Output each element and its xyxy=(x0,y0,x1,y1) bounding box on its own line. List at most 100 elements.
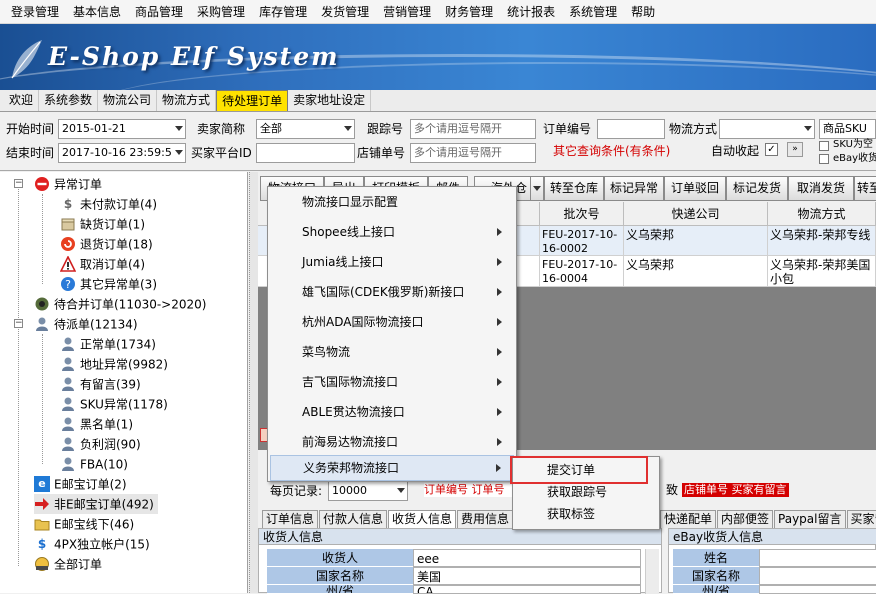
tab-pending-orders[interactable]: 待处理订单 xyxy=(216,90,288,111)
tree-item-4px[interactable]: $4PX独立帐户(15) xyxy=(34,534,150,554)
other-conditions-link[interactable]: 其它查询条件(有条件) xyxy=(553,142,670,160)
menu-item-jumia[interactable]: Jumia线上接口 xyxy=(270,247,514,277)
menu-help[interactable]: 帮助 xyxy=(624,0,662,24)
grid-header-batch[interactable]: 批次号 xyxy=(540,202,624,226)
platform-id-input[interactable] xyxy=(256,143,355,163)
grid-header-courier[interactable]: 快递公司 xyxy=(624,202,768,226)
tree-item-sku-abnormal[interactable]: SKU异常(1178) xyxy=(60,394,168,414)
menu-basic-info[interactable]: 基本信息 xyxy=(66,0,128,24)
tree-label: 未付款订单(4) xyxy=(80,198,157,212)
menu-item-able[interactable]: ABLE贯达物流接口 xyxy=(270,397,514,427)
tree-item-out-of-stock[interactable]: 缺货订单(1) xyxy=(60,214,145,234)
start-time-picker[interactable]: 2015-01-21 xyxy=(58,119,186,139)
menu-inventory[interactable]: 库存管理 xyxy=(252,0,314,24)
ebay-name-field[interactable] xyxy=(759,549,876,567)
collapse-icon[interactable]: − xyxy=(14,179,23,188)
tab-payer-info[interactable]: 付款人信息 xyxy=(319,510,387,528)
menu-item-qianhai[interactable]: 前海易达物流接口 xyxy=(270,427,514,457)
tree-item-epacket-offline[interactable]: E邮宝线下(46) xyxy=(34,514,134,534)
menu-item-cainiao[interactable]: 菜鸟物流 xyxy=(270,337,514,367)
menu-item-rongbang[interactable]: 义务荣邦物流接口 xyxy=(270,455,514,481)
order-no-input[interactable] xyxy=(597,119,665,139)
tab-internal-notes[interactable]: 内部便签 xyxy=(717,510,773,528)
tree-item-returns[interactable]: 退货订单(18) xyxy=(60,234,153,254)
reject-order-button[interactable]: 订单驳回 xyxy=(664,176,726,201)
menu-purchase[interactable]: 采购管理 xyxy=(190,0,252,24)
tab-paypal-message[interactable]: Paypal留言 xyxy=(774,510,845,528)
menu-system[interactable]: 系统管理 xyxy=(562,0,624,24)
collapse-icon[interactable]: − xyxy=(14,319,23,328)
sku-select[interactable]: 商品SKU xyxy=(819,119,876,139)
seller-select[interactable]: 全部 xyxy=(256,119,355,139)
tab-system-params[interactable]: 系统参数 xyxy=(39,90,98,111)
menu-item-display-config[interactable]: 物流接口显示配置 xyxy=(270,187,514,217)
leaf-icon xyxy=(6,34,46,84)
tree-label: 缺货订单(1) xyxy=(80,218,145,232)
tree-item-abnormal[interactable]: 异常订单 xyxy=(34,174,102,194)
tree-item-unpaid[interactable]: $未付款订单(4) xyxy=(60,194,157,214)
menu-marketing[interactable]: 营销管理 xyxy=(376,0,438,24)
tab-fee-info[interactable]: 费用信息 xyxy=(457,510,513,528)
get-label-item[interactable]: 获取标签 xyxy=(515,503,657,525)
menu-item-label: Jumia线上接口 xyxy=(302,255,384,269)
tab-express-match[interactable]: 快递配单 xyxy=(660,510,716,528)
tab-logistics-company[interactable]: 物流公司 xyxy=(98,90,157,111)
overseas-warehouse-dropdown[interactable] xyxy=(530,176,544,201)
menu-item-cdek[interactable]: 雄飞国际(CDEK俄罗斯)新接口 xyxy=(270,277,514,307)
tree-item-negative-profit[interactable]: 负利润(90) xyxy=(60,434,141,454)
tree-item-has-message[interactable]: 有留言(39) xyxy=(60,374,141,394)
chevron-down-icon xyxy=(344,126,352,131)
tree-label: 负利润(90) xyxy=(80,438,141,452)
chevron-right-icon xyxy=(496,464,501,472)
mark-abnormal-button[interactable]: 标记异常 xyxy=(604,176,664,201)
splitter[interactable] xyxy=(249,172,258,593)
grid-header-method[interactable]: 物流方式 xyxy=(768,202,876,226)
tracking-input[interactable]: 多个请用逗号隔开 xyxy=(410,119,536,139)
tree-item-epacket[interactable]: eE邮宝订单(2) xyxy=(34,474,127,494)
scrollbar[interactable] xyxy=(645,549,659,594)
tree-item-non-epacket[interactable]: 非E邮宝订单(492) xyxy=(34,494,158,514)
sku-empty-checkbox[interactable] xyxy=(819,141,829,151)
menu-finance[interactable]: 财务管理 xyxy=(438,0,500,24)
tree-item-blacklist[interactable]: 黑名单(1) xyxy=(60,414,133,434)
consignee-name-field[interactable]: eee xyxy=(413,549,641,567)
menu-products[interactable]: 商品管理 xyxy=(128,0,190,24)
tab-logistics-method[interactable]: 物流方式 xyxy=(157,90,216,111)
tree-item-fba[interactable]: FBA(10) xyxy=(60,454,128,474)
menu-reports[interactable]: 统计报表 xyxy=(500,0,562,24)
get-tracking-item[interactable]: 获取跟踪号 xyxy=(515,481,657,503)
tab-consignee-info[interactable]: 收货人信息 xyxy=(388,510,456,528)
tree-item-all[interactable]: 全部订单 xyxy=(34,554,102,574)
country-field[interactable]: 美国 xyxy=(413,567,641,585)
menu-login[interactable]: 登录管理 xyxy=(4,0,66,24)
shop-no-input[interactable]: 多个请用逗号隔开 xyxy=(410,143,536,163)
paging-select[interactable]: 10000 xyxy=(328,481,408,501)
ebay-country-field[interactable] xyxy=(759,567,876,585)
auto-collapse-checkbox[interactable]: ✓ xyxy=(765,143,778,156)
tree-item-cancelled[interactable]: 取消订单(4) xyxy=(60,254,145,274)
ebay-collect-checkbox[interactable] xyxy=(819,154,829,164)
tree-item-address-abnormal[interactable]: 地址异常(9982) xyxy=(60,354,168,374)
menu-shipping[interactable]: 发货管理 xyxy=(314,0,376,24)
filter-panel: 开始时间 2015-01-21 结束时间 2017-10-16 23:59:5 … xyxy=(0,113,876,171)
move-to-warehouse-button[interactable]: 转至仓库 xyxy=(544,176,604,201)
menu-item-jifei[interactable]: 吉飞国际物流接口 xyxy=(270,367,514,397)
tab-order-info[interactable]: 订单信息 xyxy=(262,510,318,528)
logistics-method-select[interactable] xyxy=(719,119,815,139)
mark-shipped-button[interactable]: 标记发货 xyxy=(726,176,788,201)
menu-item-shopee[interactable]: Shopee线上接口 xyxy=(270,217,514,247)
end-time-picker[interactable]: 2017-10-16 23:59:5 xyxy=(58,143,186,163)
tab-buyer-message[interactable]: 买家留言 xyxy=(847,510,876,528)
collapse-toggle-icon[interactable]: » xyxy=(787,142,803,157)
move-to-button[interactable]: 转至 xyxy=(854,176,876,201)
tab-welcome[interactable]: 欢迎 xyxy=(4,90,39,111)
tree-item-dispatch[interactable]: 待派单(12134) xyxy=(34,314,138,334)
tree-item-to-merge[interactable]: 待合并订单(11030->2020) xyxy=(34,294,206,314)
menu-item-ada[interactable]: 杭州ADA国际物流接口 xyxy=(270,307,514,337)
tree-line xyxy=(42,194,43,284)
tree-item-other-abnormal[interactable]: ?其它异常单(3) xyxy=(60,274,157,294)
cancel-shipment-button[interactable]: 取消发货 xyxy=(788,176,854,201)
tree-item-normal[interactable]: 正常单(1734) xyxy=(60,334,156,354)
menu-bar: 登录管理 基本信息 商品管理 采购管理 库存管理 发货管理 营销管理 财务管理 … xyxy=(0,0,876,24)
tab-seller-address[interactable]: 卖家地址设定 xyxy=(288,90,371,111)
